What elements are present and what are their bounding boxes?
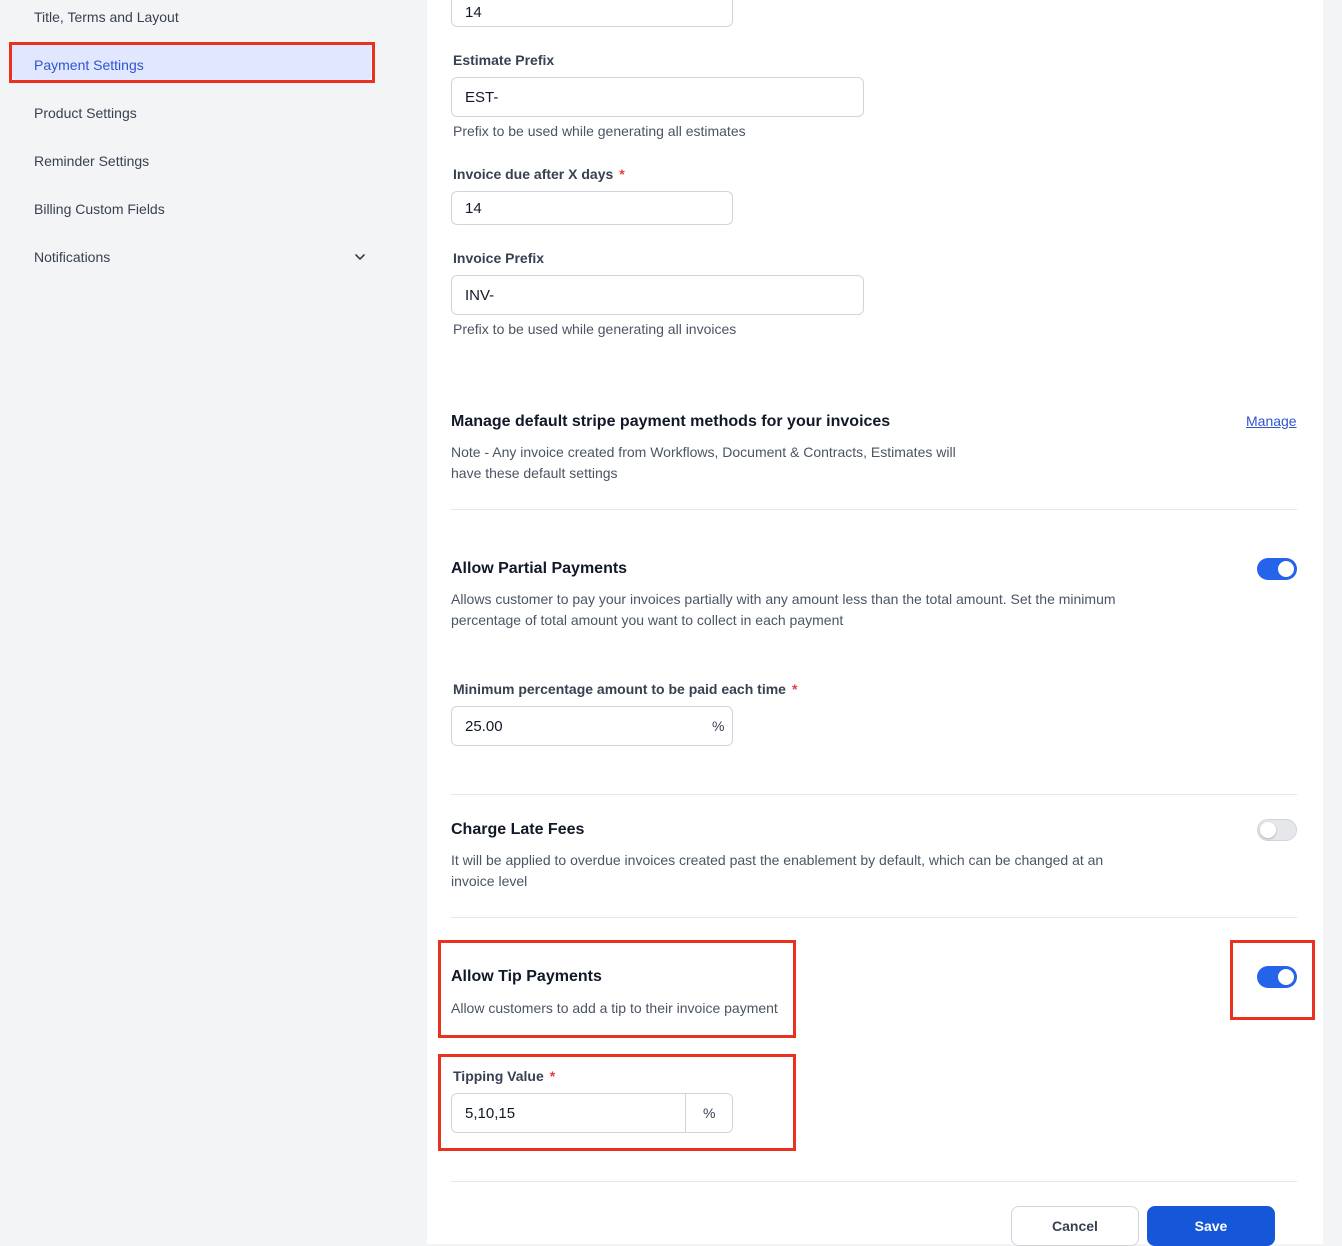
invoice-due-value: 14 [465, 199, 482, 217]
sidebar-item-title-terms-layout[interactable]: Title, Terms and Layout [34, 9, 179, 25]
partial-desc-line-2: percentage of total amount you want to c… [451, 612, 844, 628]
late-fees-desc: It will be applied to overdue invoices c… [451, 850, 1103, 892]
invoice-prefix-input[interactable]: INV- [451, 275, 864, 315]
cancel-button[interactable]: Cancel [1011, 1206, 1139, 1246]
toggle-knob [1278, 561, 1294, 577]
required-asterisk: * [791, 681, 798, 697]
estimate-prefix-value: EST- [465, 88, 499, 106]
stripe-desc-line-1: Note - Any invoice created from Workflow… [451, 444, 956, 460]
stripe-methods-desc: Note - Any invoice created from Workflow… [451, 442, 956, 484]
stripe-methods-title: Manage default stripe payment methods fo… [451, 413, 891, 430]
required-asterisk: * [619, 166, 625, 182]
save-button[interactable]: Save [1147, 1206, 1275, 1246]
invoice-due-label-text: Invoice due after X days [453, 166, 614, 182]
invoice-due-input[interactable]: 14 [451, 191, 733, 225]
partial-desc-line-1: Allows customer to pay your invoices par… [451, 591, 1116, 607]
section-divider [451, 509, 1297, 510]
toggle-knob [1260, 822, 1276, 838]
sidebar-item-reminder-settings[interactable]: Reminder Settings [34, 153, 149, 169]
estimate-prefix-label: Estimate Prefix [453, 52, 555, 68]
invoice-prefix-label: Invoice Prefix [453, 250, 545, 266]
min-percentage-value: 25.00 [465, 717, 503, 735]
highlight-tip-toggle [1230, 940, 1315, 1020]
sidebar-item-billing-custom-fields[interactable]: Billing Custom Fields [34, 201, 165, 217]
partial-payments-title: Allow Partial Payments [451, 560, 628, 577]
late-fees-desc-line-1: It will be applied to overdue invoices c… [451, 852, 1104, 868]
settings-sidebar: Title, Terms and Layout Payment Settings… [0, 0, 427, 1244]
min-percentage-label: Minimum percentage amount to be paid eac… [453, 681, 797, 697]
partial-payments-desc: Allows customer to pay your invoices par… [451, 589, 1116, 631]
section-divider [451, 1181, 1297, 1182]
invoice-prefix-help: Prefix to be used while generating all i… [453, 321, 737, 337]
late-fees-toggle[interactable] [1257, 819, 1297, 841]
sidebar-item-notifications[interactable]: Notifications [34, 249, 110, 265]
section-divider [451, 917, 1297, 918]
invoice-due-label: Invoice due after X days * [453, 166, 625, 182]
partial-payments-toggle[interactable] [1257, 558, 1297, 580]
estimate-prefix-help: Prefix to be used while generating all e… [453, 123, 746, 139]
late-fees-title: Charge Late Fees [451, 821, 585, 838]
stripe-desc-line-2: have these default settings [451, 465, 618, 481]
sidebar-item-product-settings[interactable]: Product Settings [34, 105, 137, 121]
late-fees-desc-line-2: invoice level [451, 873, 528, 889]
highlight-tip-payments [438, 940, 796, 1038]
percent-suffix: % [712, 718, 725, 734]
invoice-prefix-value: INV- [465, 286, 495, 304]
manage-link[interactable]: Manage [1246, 413, 1297, 429]
min-percentage-input[interactable]: 25.00 [451, 706, 733, 746]
top-number-value: 14 [465, 4, 482, 21]
min-percentage-label-text: Minimum percentage amount to be paid eac… [453, 681, 786, 697]
highlight-tipping-value [438, 1054, 796, 1151]
estimate-prefix-input[interactable]: EST- [451, 77, 864, 117]
chevron-down-icon[interactable] [352, 249, 368, 265]
right-gutter [1323, 0, 1342, 1244]
section-divider [451, 794, 1297, 795]
top-number-input[interactable]: 14 [451, 0, 733, 27]
highlight-payment-settings [9, 42, 375, 83]
